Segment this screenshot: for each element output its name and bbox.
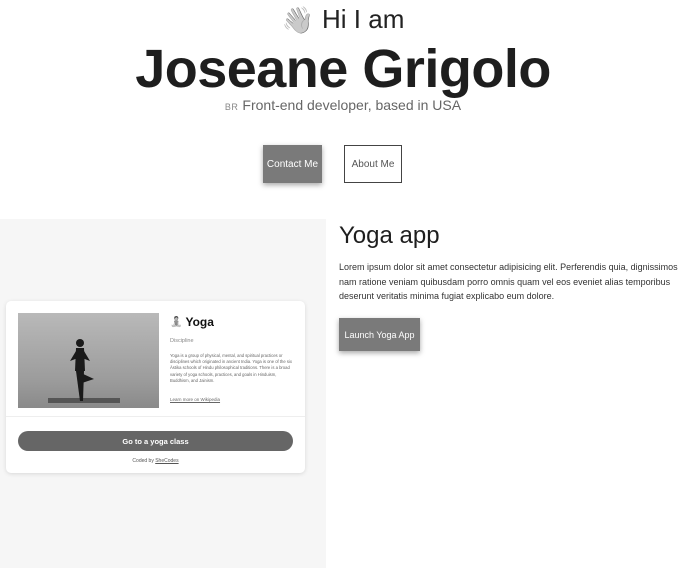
wikipedia-link[interactable]: Learn more on Wikipedia <box>170 397 220 402</box>
flag-icon: BR <box>224 102 239 112</box>
project-preview: 🧘 Yoga Discipline Yoga is a group of phy… <box>0 219 326 568</box>
project-info: Yoga app Lorem ipsum dolor sit amet cons… <box>339 222 679 351</box>
hero-section: 👋 Hi I am Joseane Grigolo BR Front-end d… <box>0 0 686 215</box>
card-credit: Coded by SheCodes <box>6 458 305 464</box>
yoga-card-subtitle: Discipline <box>170 338 194 344</box>
greeting-text: Hi I am <box>322 4 405 34</box>
yoga-class-button[interactable]: Go to a yoga class <box>18 431 293 451</box>
card-divider <box>6 416 305 417</box>
hero-name: Joseane Grigolo <box>135 39 551 99</box>
waving-hand-icon: 👋 <box>281 4 315 35</box>
launch-app-button[interactable]: Launch Yoga App <box>339 318 420 351</box>
yoga-card-title-text: Yoga <box>185 315 214 329</box>
greeting: 👋 Hi I am <box>0 4 686 35</box>
tagline: BR Front-end developer, based in USA <box>0 97 686 113</box>
project-description: Lorem ipsum dolor sit amet consectetur a… <box>339 262 678 301</box>
yoga-card: 🧘 Yoga Discipline Yoga is a group of phy… <box>6 301 305 473</box>
yoga-card-text: Yoga is a group of physical, mental, and… <box>170 353 292 383</box>
about-me-button[interactable]: About Me <box>344 145 402 183</box>
lotus-position-icon: 🧘 <box>170 316 183 328</box>
tagline-text: Front-end developer, based in USA <box>242 97 462 113</box>
contact-me-button[interactable]: Contact Me <box>263 145 322 183</box>
project-title: Yoga app <box>339 222 440 249</box>
credit-prefix: Coded by <box>132 458 154 464</box>
credit-link[interactable]: SheCodes <box>155 458 178 464</box>
yoga-card-title: 🧘 Yoga <box>170 315 214 329</box>
yoga-pose-image <box>18 313 159 408</box>
